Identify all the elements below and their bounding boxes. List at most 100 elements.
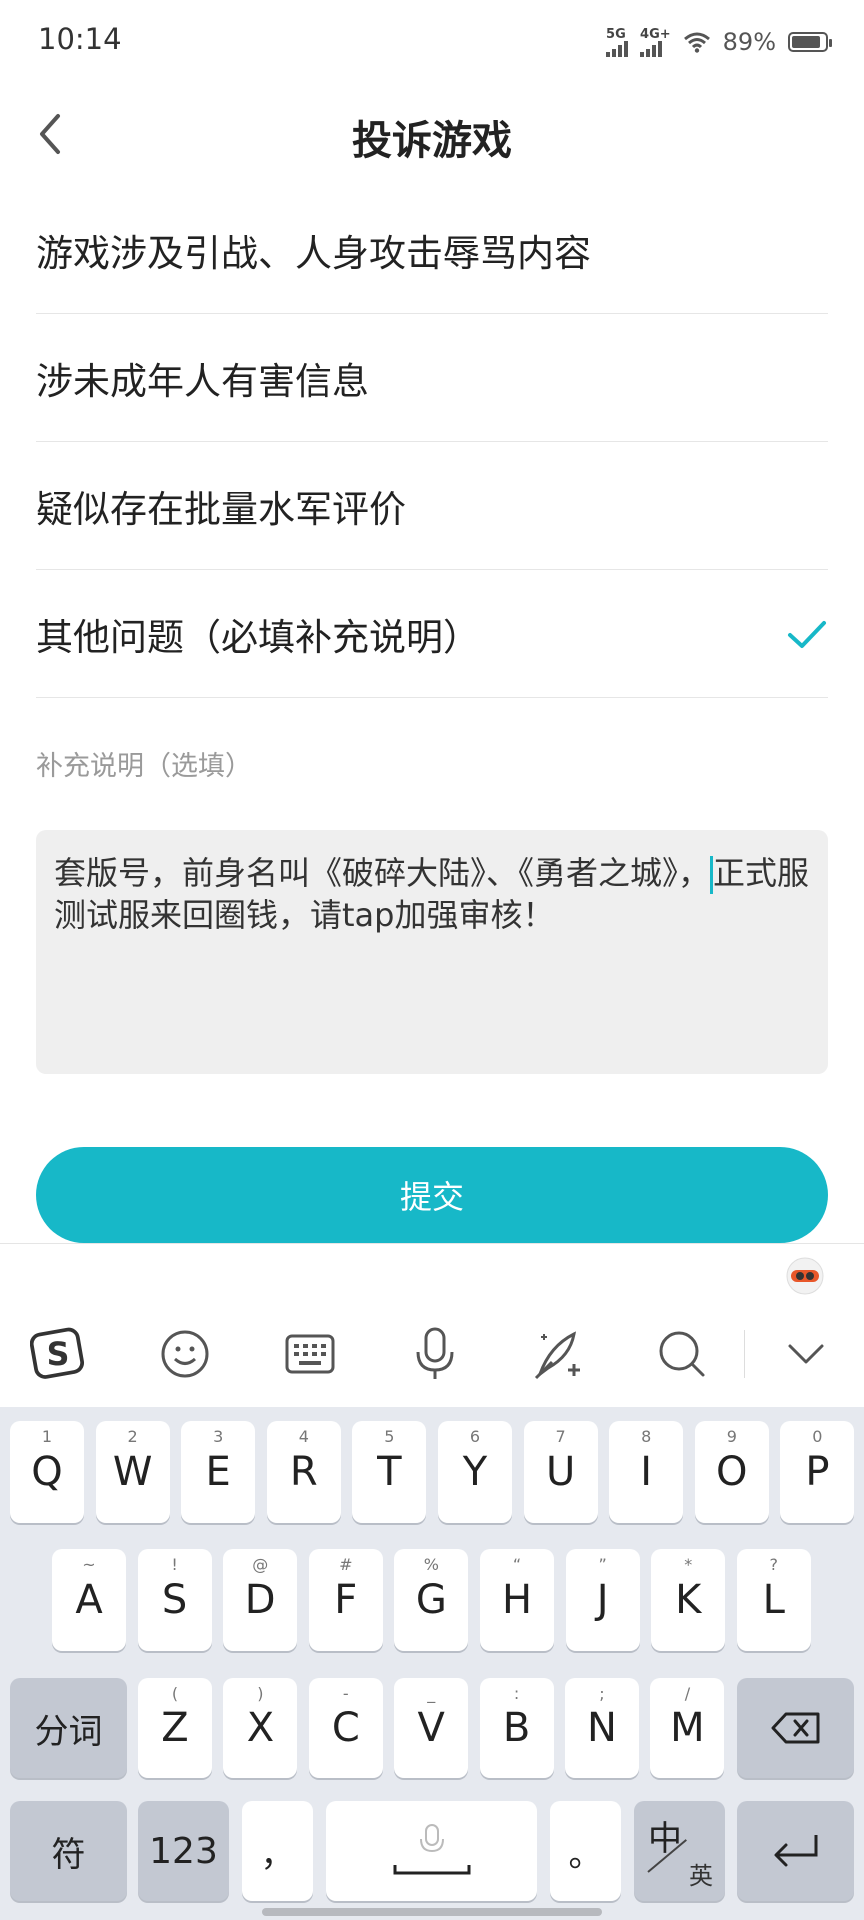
key-label: N [587,1705,617,1751]
key-sub-label: ; [599,1684,605,1703]
option-item-selected[interactable]: 其他问题（必填补充说明） [36,570,828,698]
option-label: 其他问题（必填补充说明） [36,615,480,659]
key-sub-label: 4 [298,1427,309,1446]
key-x[interactable]: ) X [223,1678,298,1778]
key-label: Y [462,1449,488,1495]
key-sub-label: 1 [41,1427,53,1446]
key-z[interactable]: (Z [138,1678,212,1778]
battery-icon [788,32,832,52]
supplement-label: 补充说明（选填） [36,751,252,782]
key-label: G [415,1577,447,1623]
key-label: I [640,1449,653,1495]
key-sub-label: ” [598,1555,607,1574]
key-l[interactable]: ? L [736,1549,811,1651]
key-sub-label: “ [512,1555,522,1574]
backspace-key[interactable] [737,1678,854,1778]
key-s[interactable]: ! S [137,1549,212,1651]
key-sub-label: ? [769,1555,779,1574]
emoji-icon[interactable] [157,1326,213,1382]
signal-4g-icon: 4G+ [640,28,671,57]
mascot-icon[interactable] [783,1252,827,1296]
key-label: Z [161,1705,189,1751]
key-t[interactable]: 5T [352,1421,427,1523]
handwriting-icon[interactable] [530,1326,586,1382]
tokenize-key[interactable]: 分词 [10,1678,127,1778]
key-sub-label: ) [257,1684,264,1703]
key-label: T [377,1449,402,1495]
key-v[interactable]: _ V [394,1678,469,1778]
chevron-down-icon[interactable] [778,1326,834,1382]
key-y[interactable]: 6Y [438,1421,512,1523]
key-sub-label: * [684,1555,693,1574]
signal-5g-icon: 5G [606,28,629,57]
key-a[interactable]: ~ A [52,1549,126,1651]
supplement-textarea[interactable]: 套版号，前身名叫《破碎大陆》、《勇者之城》，正式服测试服来回圈钱，请tap加强审… [36,830,828,1074]
key-j[interactable]: ” J [565,1549,640,1651]
numbers-key[interactable]: 123 [138,1801,229,1901]
numbers-key-label: 123 [149,1830,218,1872]
key-k[interactable]: * K [651,1549,726,1651]
key-i[interactable]: 8I [609,1421,684,1523]
key-label: D [244,1577,276,1623]
key-e[interactable]: 3E [181,1421,256,1523]
sogou-logo-icon[interactable]: S [30,1326,86,1382]
keyboard-icon[interactable] [282,1326,338,1382]
option-item[interactable]: 涉未成年人有害信息 [36,314,828,442]
comma-key-label: ， [260,1834,295,1875]
key-r[interactable]: 4R [266,1421,341,1523]
wifi-icon [683,32,710,53]
language-switch-key[interactable]: 中 英 [634,1801,725,1901]
key-label: R [289,1449,318,1495]
key-u[interactable]: 7U [523,1421,598,1523]
page-title: 投诉游戏 [352,118,512,164]
key-sub-label: / [684,1684,691,1703]
key-g[interactable]: % G [394,1549,469,1651]
key-d[interactable]: @ D [223,1549,298,1651]
key-sub-label: 8 [641,1427,652,1446]
key-m[interactable]: / M [650,1678,725,1778]
key-b[interactable]: :B [479,1678,554,1778]
enter-key[interactable] [737,1801,854,1901]
keyboard-divider [0,1243,864,1244]
key-label: V [417,1705,445,1751]
key-label: O [716,1449,748,1495]
symbols-key[interactable]: 符 [10,1801,127,1901]
key-label: F [334,1577,358,1623]
space-mic-icon [393,1824,470,1875]
key-sub-label: 9 [726,1427,737,1446]
key-w[interactable]: 2W [95,1421,170,1523]
option-item[interactable]: 游戏涉及引战、人身攻击辱骂内容 [36,186,828,314]
home-indicator[interactable] [262,1908,602,1916]
language-sub: 英 [689,1862,713,1890]
submit-button[interactable]: 提交 [36,1147,828,1243]
key-c[interactable]: -C [308,1678,383,1778]
key-label: P [805,1449,830,1495]
option-label: 涉未成年人有害信息 [36,359,369,403]
key-o[interactable]: 9O [694,1421,769,1523]
svg-text:S: S [47,1337,70,1373]
key-sub-label: 2 [127,1427,138,1446]
key-sub-label: _ [427,1684,436,1703]
backspace-icon [771,1712,819,1744]
key-label: B [502,1705,531,1751]
space-key[interactable] [326,1801,537,1901]
key-label: A [75,1577,103,1623]
option-label: 疑似存在批量水军评价 [36,487,406,531]
period-key[interactable]: 。 [550,1801,621,1901]
key-f[interactable]: # F [308,1549,383,1651]
key-sub-label: # [339,1555,353,1574]
microphone-icon[interactable] [407,1326,463,1382]
battery-level [792,36,821,48]
key-p[interactable]: 0P [780,1421,855,1523]
key-n[interactable]: ; N [565,1678,639,1778]
signal-4g-tag: 4G+ [640,26,671,42]
key-label: M [670,1705,705,1751]
key-sub-label: ! [171,1555,178,1574]
key-q[interactable]: 1Q [10,1421,84,1523]
comma-key[interactable]: ， [242,1801,313,1901]
search-icon[interactable] [654,1326,710,1382]
key-sub-label: ~ [82,1555,96,1574]
key-h[interactable]: “H [480,1549,554,1651]
option-item[interactable]: 疑似存在批量水军评价 [36,442,828,570]
toolbar-divider [744,1330,745,1378]
